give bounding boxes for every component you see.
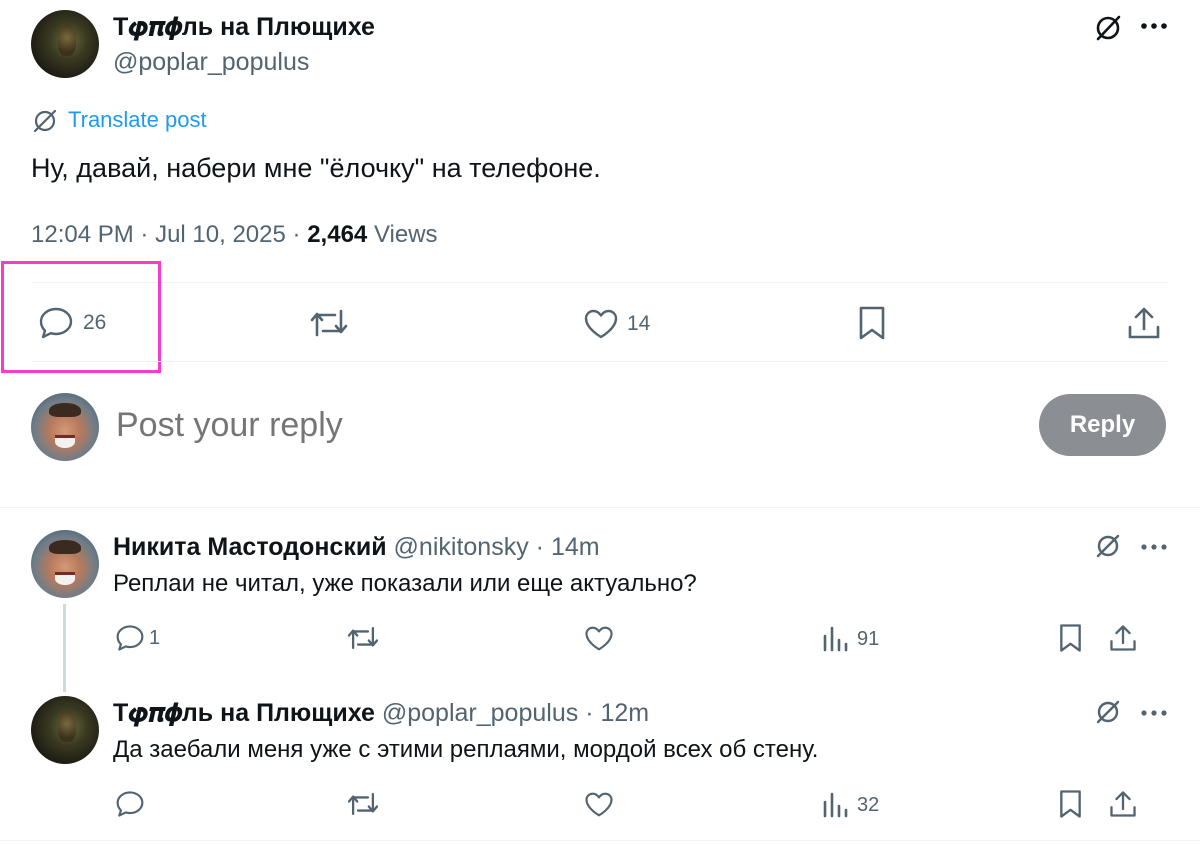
- analytics-icon: [822, 792, 848, 818]
- more-options-icon[interactable]: [1140, 709, 1168, 717]
- more-options-icon[interactable]: [1140, 22, 1168, 30]
- share-action-button[interactable]: [1109, 623, 1137, 653]
- reply-text: Реплаи не читал, уже показали или еще ак…: [113, 570, 697, 597]
- views-action-button[interactable]: 32: [822, 792, 879, 818]
- reply-author-avatar[interactable]: [31, 696, 99, 764]
- thread-connector-line: [63, 604, 66, 692]
- divider: [0, 507, 1200, 508]
- repost-icon: [309, 306, 349, 340]
- repost-action-button[interactable]: [346, 790, 380, 818]
- bookmark-action-button[interactable]: [1058, 623, 1083, 653]
- meta-dot: ·: [585, 699, 601, 727]
- reply-author-handle[interactable]: @poplar_populus: [382, 699, 578, 727]
- reply-author-name[interactable]: Никита Мастодонский: [113, 533, 387, 561]
- meta-dot: ·: [140, 221, 156, 248]
- like-action-button[interactable]: 14: [583, 308, 650, 340]
- reply-author-avatar[interactable]: [31, 530, 99, 598]
- views-count: 32: [857, 793, 880, 816]
- post-text: Ну, давай, набери мне "ёлочку" на телефо…: [31, 153, 601, 183]
- author-handle[interactable]: @poplar_populus: [113, 48, 309, 77]
- translate-post-link[interactable]: Translate post: [68, 107, 207, 133]
- reply-submit-button[interactable]: Reply: [1039, 394, 1166, 456]
- views-action-button[interactable]: 91: [822, 626, 879, 652]
- reply-header: Т𝝋𝝅𝝓ль на Плющихе @poplar_populus · 12m: [113, 699, 649, 728]
- reply-time[interactable]: 12m: [600, 699, 649, 727]
- like-count: 14: [627, 312, 651, 335]
- highlight-annotation-box: [1, 261, 161, 373]
- like-action-button[interactable]: [584, 791, 614, 818]
- share-action-button[interactable]: [1109, 789, 1137, 819]
- heart-icon: [583, 308, 619, 340]
- bookmark-action-button[interactable]: [1058, 789, 1083, 819]
- reply-icon: [115, 624, 145, 652]
- post-detail-page: Т𝝋𝝅𝝓ль на Плющихе @poplar_populus Transl…: [0, 0, 1200, 844]
- bookmark-action-button[interactable]: [857, 305, 887, 341]
- translate-icon[interactable]: [32, 108, 58, 134]
- more-options-icon[interactable]: [1140, 543, 1168, 551]
- grok-icon[interactable]: [1095, 533, 1121, 559]
- reply-icon: [115, 790, 145, 818]
- views-count: 91: [857, 627, 880, 650]
- grok-icon[interactable]: [1094, 14, 1122, 42]
- post-time[interactable]: 12:04 PM: [31, 221, 134, 248]
- like-action-button[interactable]: [584, 625, 614, 652]
- post-date[interactable]: Jul 10, 2025: [155, 221, 286, 248]
- share-icon: [1127, 305, 1161, 341]
- reply-author-handle[interactable]: @nikitonsky: [394, 533, 529, 561]
- repost-action-button[interactable]: [309, 306, 349, 340]
- meta-dot: ·: [535, 533, 551, 561]
- reply-text: Да заебали меня уже с этими реплаями, мо…: [113, 736, 819, 763]
- bookmark-icon: [857, 305, 887, 341]
- author-name[interactable]: Т𝝋𝝅𝝓ль на Плющихе: [113, 13, 375, 42]
- divider: [0, 840, 1200, 841]
- reply-time[interactable]: 14m: [551, 533, 600, 561]
- reply-action-button[interactable]: [115, 790, 149, 818]
- author-avatar[interactable]: [31, 10, 99, 78]
- divider: [31, 282, 1168, 283]
- reply-action-button[interactable]: 1: [115, 624, 160, 652]
- post-meta: 12:04 PM · Jul 10, 2025 · 2,464 Views: [31, 221, 438, 249]
- reply-author-name[interactable]: Т𝝋𝝅𝝓ль на Плющихе: [113, 699, 375, 727]
- meta-dot: ·: [292, 221, 308, 248]
- reply-count: 1: [149, 626, 161, 649]
- views-label: Views: [373, 221, 438, 248]
- divider: [31, 361, 1168, 362]
- reply-header: Никита Мастодонский @nikitonsky · 14m: [113, 533, 600, 562]
- share-action-button[interactable]: [1127, 305, 1161, 341]
- grok-icon[interactable]: [1095, 699, 1121, 725]
- reply-input[interactable]: [116, 402, 996, 448]
- repost-action-button[interactable]: [346, 624, 380, 652]
- analytics-icon: [822, 626, 848, 652]
- views-count: 2,464: [307, 221, 368, 248]
- current-user-avatar[interactable]: [31, 393, 99, 461]
